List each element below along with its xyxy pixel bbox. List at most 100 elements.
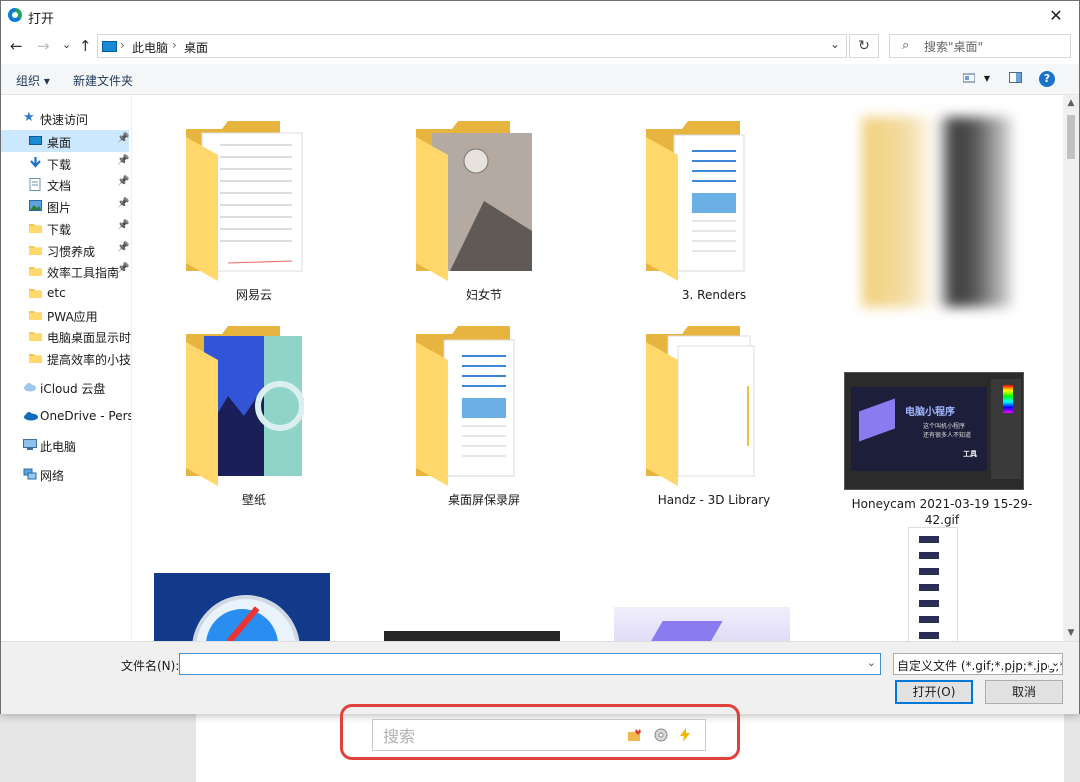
document-icon — [29, 178, 41, 192]
preview-pane-icon[interactable] — [1005, 69, 1025, 89]
computer-icon — [102, 41, 117, 52]
network-icon — [23, 468, 37, 480]
back-button[interactable]: ← — [10, 37, 23, 55]
folder-item[interactable]: Handz - 3D Library — [632, 322, 832, 532]
open-button[interactable]: 打开(O) — [895, 680, 973, 704]
forward-button[interactable]: → — [37, 37, 50, 55]
command-bar: 组织 ▾ 新建文件夹 ▼ ? — [1, 64, 1079, 95]
open-file-dialog: 打开 ✕ ← → ⌄ ↑ › 此电脑 › 桌面 ⌄ ↻ ⌕ 组织 ▾ 新建文件夹… — [0, 0, 1080, 714]
star-icon: ★ — [23, 110, 35, 125]
pin-icon[interactable]: 📌 — [117, 155, 129, 166]
folder-item[interactable]: 桌面屏保录屏 — [402, 322, 602, 532]
image-thumbnail: 电脑小程序这个叫机小程序 还有很多人不知道工具 — [844, 372, 1024, 490]
address-bar[interactable]: › 此电脑 › 桌面 ⌄ — [97, 34, 847, 58]
folder-icon — [29, 222, 42, 233]
recent-locations-button[interactable]: ⌄ — [62, 38, 71, 51]
new-folder-button[interactable]: 新建文件夹 — [73, 72, 133, 89]
sidebar-item-label: 下载 — [47, 157, 72, 172]
cancel-button[interactable]: 取消 — [985, 680, 1063, 704]
chevron-down-icon[interactable]: ⌄ — [867, 656, 876, 669]
scroll-thumb[interactable] — [1067, 115, 1075, 159]
sidebar-group[interactable]: 此电脑 — [1, 434, 129, 456]
sidebar-item-label: 习惯养成 — [47, 244, 96, 259]
sidebar-item[interactable]: 图片 📌 — [1, 195, 129, 217]
folder-search-box[interactable]: ⌕ — [889, 34, 1071, 58]
thumb-tag: 工具 — [963, 450, 977, 458]
image-thumbnail — [614, 607, 790, 641]
download-icon — [29, 156, 41, 168]
navigation-row: ← → ⌄ ↑ › 此电脑 › 桌面 ⌄ ↻ ⌕ — [1, 31, 1079, 63]
folder-icon — [184, 121, 304, 284]
file-item[interactable] — [372, 527, 572, 641]
file-item[interactable] — [602, 527, 802, 641]
file-list-view: 网易云 妇女节 3. Renders 壁纸 桌面屏保录屏 Handz - 3D Libra… — [132, 95, 1064, 641]
sidebar-group[interactable]: 网络 — [1, 463, 129, 485]
thumb-subtitle: 这个叫机小程序 还有很多人不知道 — [923, 423, 972, 439]
close-button[interactable]: ✕ — [1033, 1, 1079, 31]
sidebar-item-label: 电脑桌面显示时间 — [47, 331, 132, 346]
folder-icon — [29, 265, 42, 277]
sidebar-item[interactable]: 下载 📌 — [1, 217, 129, 239]
pin-icon[interactable]: 📌 — [117, 263, 129, 274]
file-item[interactable]: 电脑小程序这个叫机小程序 还有很多人不知道工具 Honeycam 2021-03-… — [844, 322, 1062, 532]
sidebar-item-label: etc — [47, 285, 66, 300]
sidebar-item-quick-access[interactable]: ★ 快速访问 — [1, 107, 129, 129]
window-title: 打开 — [28, 12, 55, 27]
thumb-title: 电脑小程序 — [905, 407, 955, 418]
sidebar-group[interactable]: OneDrive - Personal — [1, 405, 131, 427]
sidebar-item[interactable]: 习惯养成 📌 — [1, 239, 129, 261]
folder-search-input[interactable] — [922, 37, 1066, 57]
folder-item[interactable]: 3. Renders — [632, 117, 832, 327]
view-dropdown-icon[interactable]: ▼ — [977, 69, 997, 89]
filename-input[interactable] — [182, 655, 856, 675]
filename-field[interactable]: ⌄ — [179, 653, 881, 675]
file-item[interactable] — [862, 117, 1062, 327]
refresh-button[interactable]: ↻ — [849, 34, 879, 58]
pin-icon[interactable]: 📌 — [117, 133, 129, 144]
pin-icon[interactable]: 📌 — [117, 242, 129, 253]
file-type-value: 自定义文件 (*.gif;*.pjp;*.jpg;*. — [897, 659, 1063, 673]
breadcrumb-this-pc[interactable]: 此电脑 — [132, 39, 168, 56]
pin-icon[interactable]: 📌 — [117, 220, 129, 231]
sidebar-item[interactable]: 效率工具指南 📌 — [1, 260, 129, 282]
folder-icon — [184, 326, 305, 489]
sidebar-group-label: 网络 — [40, 469, 65, 483]
organize-menu[interactable]: 组织 ▾ — [16, 72, 50, 89]
change-view-icon[interactable] — [959, 69, 979, 89]
vertical-scrollbar[interactable]: ▲ ▼ — [1063, 95, 1079, 641]
desktop-icon — [29, 135, 42, 145]
folder-item[interactable]: 妇女节 — [402, 117, 602, 327]
scroll-up-icon[interactable]: ▲ — [1063, 95, 1079, 111]
sidebar-item[interactable]: etc — [1, 282, 129, 304]
folder-item[interactable]: 壁纸 — [172, 322, 372, 532]
pin-icon[interactable]: 📌 — [117, 176, 129, 187]
sidebar-group[interactable]: iCloud 云盘 — [1, 376, 129, 398]
breadcrumb-desktop[interactable]: 桌面 — [184, 39, 208, 56]
file-item[interactable] — [862, 527, 1062, 641]
breadcrumb-separator: › — [120, 38, 125, 52]
sidebar-item[interactable]: 电脑桌面显示时间 — [1, 325, 132, 347]
help-icon[interactable]: ? — [1039, 71, 1055, 87]
sidebar-item-label: PWA应用 — [47, 309, 98, 324]
chevron-down-icon[interactable]: ⌄ — [830, 37, 840, 51]
scroll-down-icon[interactable]: ▼ — [1063, 625, 1079, 641]
file-item[interactable] — [142, 527, 342, 641]
folder-item[interactable]: 网易云 — [172, 117, 372, 327]
pin-icon[interactable]: 📌 — [117, 198, 129, 209]
image-thumbnail — [154, 573, 330, 641]
sidebar-group-label: 此电脑 — [40, 440, 77, 454]
sidebar-item[interactable]: PWA应用 — [1, 304, 129, 326]
edge-browser-icon — [8, 8, 22, 22]
sidebar-item[interactable]: 文档 📌 — [1, 173, 129, 195]
up-button[interactable]: ↑ — [79, 37, 92, 55]
file-name-label: 壁纸 — [241, 493, 266, 507]
sidebar-item[interactable]: 桌面 📌 — [1, 130, 129, 152]
folder-icon — [29, 352, 42, 363]
file-name-label: 3. Renders — [681, 288, 747, 302]
file-name-label: Honeycam 2021-03-19 15-29-42.gif — [851, 497, 1033, 527]
file-type-select[interactable]: 自定义文件 (*.gif;*.pjp;*.jpg;*. ⌄ — [893, 653, 1063, 675]
file-name-label: 桌面屏保录屏 — [447, 493, 520, 507]
breadcrumb-separator: › — [172, 38, 177, 52]
sidebar-item[interactable]: 提高效率的小技巧 — [1, 347, 131, 369]
sidebar-item[interactable]: 下载 📌 — [1, 152, 129, 174]
